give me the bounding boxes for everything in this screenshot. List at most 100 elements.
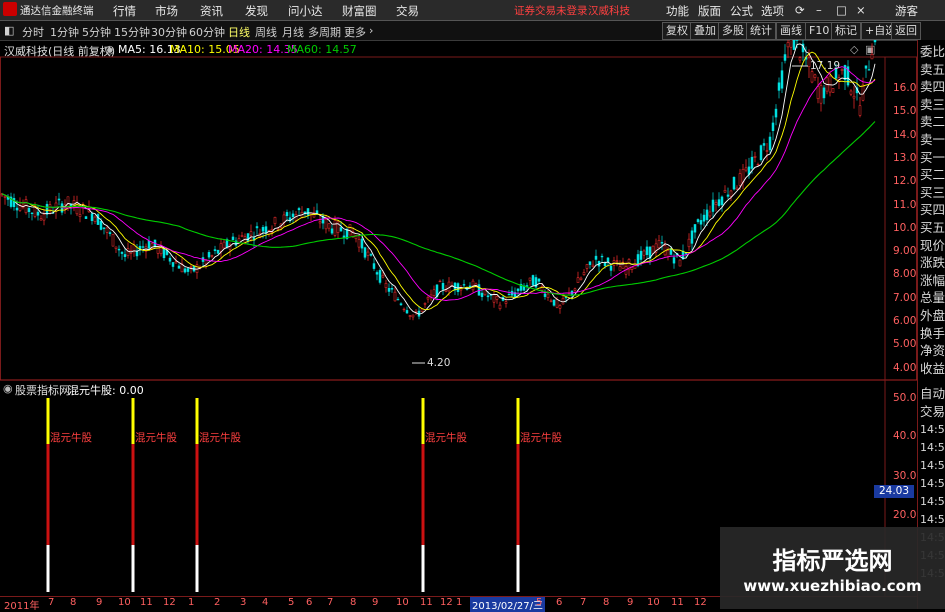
quote-label: 委比 — [920, 44, 945, 59]
low-price-label: 4.20 — [427, 357, 450, 369]
tab-15min[interactable]: 15分钟 — [114, 24, 150, 40]
price-tick-label: 4.00 — [893, 361, 917, 374]
quote-label: 现价 — [920, 237, 945, 253]
close-icon[interactable]: × — [856, 3, 866, 17]
quote-label: 涨跌 — [920, 255, 945, 271]
indicator-settings-icon[interactable]: ◉ — [3, 382, 13, 395]
trade-log-item: 14:5 — [920, 495, 945, 508]
app-title: 通达信金融终端 — [20, 5, 94, 17]
indicator-current-value: 24.03 — [874, 485, 914, 498]
time-tick-label: 10 — [118, 597, 131, 608]
quote-label: 卖五 — [920, 61, 945, 77]
tab-more[interactable]: 更多 — [344, 24, 366, 40]
signal-bar-segment — [131, 545, 135, 592]
back-button[interactable]: 返回 — [891, 22, 921, 40]
menu-item-jiaoyi[interactable]: 交易 — [396, 3, 419, 19]
time-tick-label: 2013/02/27/三 — [470, 597, 546, 612]
time-tick-label: 2 — [214, 597, 221, 608]
menu-item-caifuquan[interactable]: 财富圈 — [342, 3, 377, 19]
time-tick-label: 2011年 — [4, 601, 40, 612]
time-tick-label: 12 — [694, 597, 707, 608]
tab-1min[interactable]: 1分钟 — [50, 24, 79, 40]
menu-item-shichang[interactable]: 市场 — [155, 3, 178, 19]
trade-log-item: 14:5 — [920, 459, 945, 472]
time-tick-label: 6 — [306, 597, 313, 608]
watermark-url: www.xuezhibiao.com — [743, 577, 922, 595]
high-price-label: 17.19 — [810, 60, 840, 72]
time-tick-label: 7 — [48, 597, 55, 608]
time-tick-label: 10 — [647, 597, 660, 608]
signal-label: 混元牛股 — [425, 432, 467, 444]
signal-bar-segment — [421, 545, 425, 592]
tab-30min[interactable]: 30分钟 — [151, 24, 187, 40]
tab-60min[interactable]: 60分钟 — [189, 24, 225, 40]
tab-multi-period[interactable]: 多周期 — [308, 24, 341, 40]
trade-log-item: 14:5 — [920, 423, 945, 436]
watermark-title: 指标严选网 — [772, 547, 893, 575]
stats-button[interactable]: 统计 — [746, 22, 776, 40]
price-tick-label: 9.00 — [893, 245, 917, 258]
signal-bar-segment — [516, 444, 520, 545]
menu-item-zixun[interactable]: 资讯 — [200, 3, 223, 19]
signal-bar-segment — [516, 545, 520, 592]
time-tick-label: 12 — [440, 597, 453, 608]
menu-bar: 通达信金融终端 行情 市场 资讯 发现 问小达 财富圈 交易 证券交易未登录 汉… — [0, 0, 945, 21]
price-tick-label: 6.00 — [893, 315, 917, 327]
time-tick-label: 10 — [396, 597, 409, 608]
tab-weekly[interactable]: 周线 — [255, 24, 277, 40]
menu-item-gongneng[interactable]: 功能 — [666, 3, 689, 19]
mark-button[interactable]: 标记 — [831, 22, 861, 40]
signal-bar-segment — [46, 444, 50, 545]
time-tick-label: 11 — [140, 597, 153, 608]
menu-item-banmian[interactable]: 版面 — [698, 3, 721, 19]
signal-bar-segment — [131, 444, 135, 545]
user-label[interactable]: 游客 — [895, 3, 918, 19]
login-alert[interactable]: 证券交易未登录 — [514, 3, 588, 18]
quote-label: 买三 — [920, 184, 945, 200]
multi-stock-button[interactable]: 多股 — [718, 22, 748, 40]
time-tick-label: 5 — [288, 597, 295, 608]
quote-label: 卖三 — [920, 96, 945, 112]
time-tick-label: 5 — [536, 597, 543, 608]
stock-name-title: 汉威科技 — [588, 5, 630, 17]
price-tick-label: 7.00 — [893, 291, 917, 304]
more-arrow-icon[interactable]: › — [369, 24, 373, 37]
tab-5min[interactable]: 5分钟 — [82, 24, 111, 40]
tab-daily[interactable]: 日线 — [228, 24, 250, 40]
maximize-icon[interactable]: □ — [836, 3, 847, 17]
f10-button[interactable]: F10 — [805, 22, 834, 40]
time-tick-label: 4 — [262, 597, 269, 608]
signal-bar-segment — [195, 444, 199, 545]
tab-fenshi[interactable]: 分时 — [22, 24, 44, 40]
menu-item-hangqing[interactable]: 行情 — [113, 3, 136, 19]
indicator-value: 混元牛股: 0.00 — [68, 384, 144, 397]
minimize-icon[interactable]: – — [816, 3, 822, 17]
app-logo-icon — [3, 2, 17, 16]
menu-item-xuanxiang[interactable]: 选项 — [761, 3, 784, 19]
kline-chart[interactable]: 17.19 4.20 — [0, 40, 917, 596]
time-tick-label: 7 — [580, 597, 587, 608]
quote-label: 收益 — [920, 360, 945, 376]
draw-line-button[interactable]: 画线 — [776, 22, 806, 40]
time-tick-label: 8 — [70, 597, 77, 608]
time-tick-label: 12 — [163, 597, 176, 608]
quote-label: 买五 — [920, 220, 945, 235]
signal-label: 混元牛股 — [50, 432, 92, 444]
quote-label: 涨幅 — [920, 272, 945, 288]
tab-monthly[interactable]: 月线 — [282, 24, 304, 40]
time-tick-label: 1 — [188, 597, 195, 608]
menu-item-gongshi[interactable]: 公式 — [730, 3, 753, 19]
quote-label: 买一 — [920, 149, 945, 165]
menu-item-faxian[interactable]: 发现 — [245, 3, 268, 19]
quote-label: 换手 — [920, 325, 945, 341]
quote-label: 买四 — [920, 202, 945, 218]
refresh-icon[interactable]: ⟳ — [795, 3, 805, 17]
menu-item-wenxiaoda[interactable]: 问小达 — [288, 3, 323, 19]
overlay-button[interactable]: 叠加 — [690, 22, 720, 40]
price-tick-label: 5.00 — [893, 338, 917, 351]
signal-label: 混元牛股 — [520, 432, 562, 444]
fuquan-button[interactable]: 复权 — [662, 22, 692, 40]
collapse-icon[interactable]: ◧ — [4, 24, 14, 37]
trade-log-item: 14:5 — [920, 477, 945, 490]
quote-label: 买二 — [920, 167, 945, 183]
